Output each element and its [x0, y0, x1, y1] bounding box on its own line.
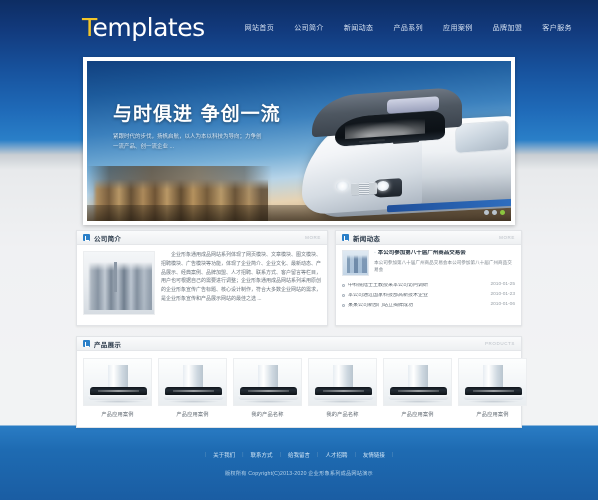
company-panel-header: 公司简介 MORE: [77, 231, 327, 245]
high-speed-train-illustration: [287, 86, 511, 219]
main-navigation: 网站首页 公司简介 新闻动态 产品系列 应用案例 品牌加盟 客户服务: [235, 20, 582, 36]
footer-separator: |: [317, 452, 319, 458]
site-header: Templates 网站首页 公司简介 新闻动态 产品系列 应用案例 品牌加盟 …: [0, 0, 598, 55]
product-card[interactable]: 产品应用案例: [383, 358, 452, 418]
nav-item-service[interactable]: 客户服务: [532, 20, 582, 36]
product-card[interactable]: 产品应用案例: [83, 358, 152, 418]
circle-bullet-icon: [342, 303, 345, 307]
nav-item-home[interactable]: 网站首页: [235, 20, 285, 36]
product-card[interactable]: 产品应用案例: [158, 358, 227, 418]
hero-title: 与时俱进 争创一流: [113, 103, 281, 125]
hero-image: 与时俱进 争创一流 紧跟时代的步伐，扬帆启航，以人为本以科技为导向；力争创一流产…: [87, 61, 511, 221]
product-card[interactable]: 我的产品名称: [233, 358, 302, 418]
bullet-icon: ◦: [374, 250, 376, 256]
news-panel: 新闻动态 MORE ◦ 本公司参加第八十届广州商品交易会 本公司参加第八十届广州商…: [335, 230, 522, 326]
footer-separator: |: [354, 452, 356, 458]
footer-links: | 关于我们 | 联系方式 | 给我留言 | 人才招聘 | 友情链接 |: [198, 451, 401, 459]
check-badge-icon: [83, 234, 90, 241]
news-featured-headline[interactable]: ◦ 本公司参加第八十届广州商品交易会: [374, 250, 515, 257]
hero-banner[interactable]: 与时俱进 争创一流 紧跟时代的步伐，扬帆启航，以人为本以科技为导向；力争创一流产…: [83, 57, 515, 225]
footer-separator: |: [242, 452, 244, 458]
footer-link-partners[interactable]: 友情链接: [363, 451, 385, 459]
news-list-item[interactable]: 某某公司新部门站立揭牌成功 2010-01-06: [342, 300, 515, 310]
news-more-link[interactable]: MORE: [499, 235, 515, 240]
nav-item-cases[interactable]: 应用案例: [433, 20, 483, 36]
hero-dot-1[interactable]: [484, 210, 489, 215]
nav-item-franchise[interactable]: 品牌加盟: [483, 20, 533, 36]
range-hood-image: [383, 358, 452, 406]
circle-bullet-icon: [342, 293, 345, 297]
news-panel-title: 新闻动态: [353, 235, 381, 243]
footer-link-careers[interactable]: 人才招聘: [325, 451, 347, 459]
news-list-item[interactable]: 本公司通过国家科技部高新技术企业 2010-01-23: [342, 290, 515, 300]
site-footer: | 关于我们 | 联系方式 | 给我留言 | 人才招聘 | 友情链接 | 版权所…: [0, 428, 598, 500]
hero-subtitle: 紧跟时代的步伐，扬帆启航，以人为本以科技为导向；力争创一流产品、创一流企业 ..…: [113, 134, 262, 150]
circle-bullet-icon: [342, 283, 345, 287]
footer-separator: |: [391, 452, 394, 458]
products-panel: 产品展示 PRODUCTS 产品应用案例 产品应用案例 我的产品名称 我的产品名…: [76, 336, 527, 428]
product-card[interactable]: 产品应用案例: [458, 358, 527, 418]
news-item-title: 某某公司新部门站立揭牌成功: [348, 302, 414, 308]
products-more-link[interactable]: PRODUCTS: [485, 341, 515, 346]
news-item-title: 本公司通过国家科技部高新技术企业: [348, 292, 429, 298]
company-intro-text: 企业形象通用成品网站系列体现了网页模块、文章模块、图文模块、招聘模块、广告模块等…: [161, 252, 322, 302]
news-featured-headline-text: 本公司参加第八十届广州商品交易会: [377, 250, 466, 256]
news-list-item[interactable]: 中科院陆士王教授来本公司访问调研 2010-01-25: [342, 280, 515, 290]
nav-item-about[interactable]: 公司简介: [284, 20, 334, 36]
news-item-title: 中科院陆士王教授来本公司访问调研: [348, 282, 429, 288]
product-label: 产品应用案例: [476, 412, 509, 418]
news-featured-description: 本公司参加第八十届广州商品交易会本公司参加第八十届广州商品交易会: [374, 260, 512, 273]
news-featured-item[interactable]: ◦ 本公司参加第八十届广州商品交易会 本公司参加第八十届广州商品交易会本公司参加第…: [336, 245, 521, 279]
company-more-link[interactable]: MORE: [305, 235, 321, 240]
range-hood-image: [233, 358, 302, 406]
nav-item-news[interactable]: 新闻动态: [334, 20, 384, 36]
content-row: 公司简介 MORE 企业形象通用成品网站系列体现了网页模块、文章模块、图文模块、…: [76, 230, 522, 326]
company-intro-panel: 公司简介 MORE 企业形象通用成品网站系列体现了网页模块、文章模块、图文模块、…: [76, 230, 328, 326]
logo-accent-letter: T: [82, 13, 93, 42]
footer-copyright: 版权所有 Copyright(C)2013-2020 企业形象系列成品网站演示: [225, 471, 373, 477]
hero-dot-2[interactable]: [492, 210, 497, 215]
company-building-image: [83, 251, 155, 315]
footer-link-contact[interactable]: 联系方式: [251, 451, 273, 459]
footer-separator: |: [279, 452, 281, 458]
product-label: 产品应用案例: [176, 412, 209, 418]
check-badge-icon: [342, 234, 349, 241]
news-item-date: 2010-01-25: [490, 281, 515, 287]
news-panel-header: 新闻动态 MORE: [336, 231, 521, 245]
range-hood-image: [458, 358, 527, 406]
hero-text-block: 与时俱进 争创一流 紧跟时代的步伐，扬帆启航，以人为本以科技为导向；力争创一流产…: [113, 99, 281, 152]
news-item-date: 2010-01-06: [490, 302, 515, 308]
logo-rest-text: emplates: [92, 13, 206, 42]
news-item-date: 2010-01-23: [490, 291, 515, 297]
products-grid: 产品应用案例 产品应用案例 我的产品名称 我的产品名称 产品应用案例 产品应用案…: [77, 351, 527, 425]
check-badge-icon: [83, 340, 90, 347]
hero-dot-3-active[interactable]: [500, 210, 505, 215]
range-hood-image: [83, 358, 152, 406]
product-label: 产品应用案例: [401, 412, 434, 418]
products-panel-header: 产品展示 PRODUCTS: [77, 337, 521, 351]
news-list: 中科院陆士王教授来本公司访问调研 2010-01-25 本公司通过国家科技部高新…: [336, 279, 521, 311]
footer-link-about[interactable]: 关于我们: [213, 451, 235, 459]
product-label: 我的产品名称: [326, 412, 359, 418]
footer-link-message[interactable]: 给我留言: [288, 451, 310, 459]
product-card[interactable]: 我的产品名称: [308, 358, 377, 418]
range-hood-image: [158, 358, 227, 406]
products-panel-title: 产品展示: [94, 341, 122, 349]
range-hood-image: [308, 358, 377, 406]
product-label: 我的产品名称: [251, 412, 284, 418]
nav-item-products[interactable]: 产品系列: [383, 20, 433, 36]
site-logo[interactable]: Templates: [82, 15, 205, 40]
news-thumbnail-image: [342, 250, 369, 276]
footer-separator: |: [204, 452, 207, 458]
company-panel-title: 公司简介: [94, 235, 122, 243]
hero-slider-dots[interactable]: [484, 210, 505, 215]
company-panel-body: 企业形象通用成品网站系列体现了网页模块、文章模块、图文模块、招聘模块、广告模块等…: [77, 245, 327, 321]
product-label: 产品应用案例: [101, 412, 134, 418]
